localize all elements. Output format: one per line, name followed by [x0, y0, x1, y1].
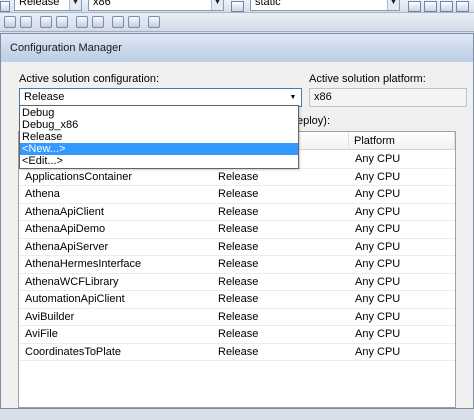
uncomment-icon[interactable]: [128, 16, 140, 28]
project-cell: ApplicationsContainer: [25, 170, 133, 183]
solution-explorer-icon[interactable]: [424, 1, 437, 12]
table-row[interactable]: ApplicationsContainer Release Any CPU: [19, 169, 455, 186]
ide-toolbar-text-editor: [0, 13, 474, 32]
indent-icon[interactable]: [92, 16, 104, 28]
configuration-cell[interactable]: Release: [212, 239, 347, 256]
table-row[interactable]: AthenaApiServer Release Any CPU: [19, 239, 455, 256]
parameter-info-icon[interactable]: [20, 16, 32, 28]
table-row[interactable]: AthenaApiDemo Release Any CPU: [19, 221, 455, 239]
chevron-down-icon: ▼: [211, 0, 223, 10]
project-cell: AutomationApiClient: [25, 293, 125, 305]
list-members-icon[interactable]: [4, 16, 16, 28]
project-cell: AviFile: [25, 328, 58, 340]
project-cell: AviBuilder: [25, 310, 75, 323]
configuration-cell[interactable]: Release: [212, 169, 347, 186]
project-cell: CoordinatesToPlate: [25, 345, 122, 358]
project-cell: AthenaApiServer: [25, 240, 109, 253]
project-cell: AthenaApiClient: [25, 205, 104, 218]
column-header-platform[interactable]: Platform: [349, 132, 455, 150]
project-contexts-grid: Platform Any CPU ApplicationsContainer R…: [18, 131, 456, 408]
dialog-title: Configuration Manager: [10, 42, 122, 54]
toolbar-find-value: static: [255, 0, 281, 8]
configuration-cell[interactable]: Release: [212, 204, 347, 221]
find-in-files-icon[interactable]: [231, 1, 244, 12]
configuration-cell[interactable]: Release: [212, 291, 347, 308]
dropdown-option-release[interactable]: Release: [20, 131, 298, 143]
find-icon[interactable]: [408, 1, 421, 12]
configuration-cell[interactable]: Release: [212, 256, 347, 273]
platform-cell[interactable]: Any CPU: [349, 186, 455, 203]
solution-platform-combo[interactable]: x86: [309, 88, 467, 107]
bookmark-icon[interactable]: [148, 16, 160, 28]
configuration-cell[interactable]: Release: [212, 309, 347, 326]
table-row[interactable]: CoordinatesToPlate Release Any CPU: [19, 344, 455, 361]
project-contexts-label: eploy):: [297, 115, 331, 127]
platform-cell[interactable]: Any CPU: [349, 274, 455, 291]
dropdown-option-new[interactable]: <New...>: [20, 143, 298, 155]
outdent-icon[interactable]: [76, 16, 88, 28]
platform-cell[interactable]: Any CPU: [349, 344, 455, 361]
table-row[interactable]: AutomationApiClient Release Any CPU: [19, 291, 455, 309]
platform-cell[interactable]: Any CPU: [349, 309, 455, 326]
platform-cell[interactable]: Any CPU: [349, 291, 455, 308]
configuration-cell[interactable]: Release: [212, 221, 347, 238]
properties-icon[interactable]: [440, 1, 453, 12]
dialog-titlebar[interactable]: Configuration Manager: [1, 34, 473, 62]
platform-cell[interactable]: Any CPU: [349, 204, 455, 221]
dropdown-option-debug[interactable]: Debug: [20, 107, 298, 119]
dropdown-option-edit[interactable]: <Edit...>: [20, 155, 298, 167]
toolbar-find-combo[interactable]: static ▼: [250, 0, 400, 11]
configuration-cell[interactable]: Release: [212, 344, 347, 361]
platform-cell[interactable]: Any CPU: [349, 151, 455, 168]
start-debug-icon[interactable]: [0, 1, 10, 12]
project-cell: Athena: [25, 188, 60, 200]
platform-cell[interactable]: Any CPU: [349, 326, 455, 343]
solution-platform-label: Active solution platform:: [309, 73, 426, 85]
comment-icon[interactable]: [112, 16, 124, 28]
solution-platform-value: x86: [314, 91, 332, 103]
toolbar-platform-combo[interactable]: x86 ▼: [88, 0, 224, 11]
platform-cell[interactable]: Any CPU: [349, 239, 455, 256]
ide-toolbar-standard: Release ▼ x86 ▼ static ▼: [0, 0, 474, 13]
platform-cell[interactable]: Any CPU: [349, 221, 455, 238]
solution-config-label: Active solution configuration:: [19, 73, 160, 85]
toolbar-config-value: Release: [19, 0, 60, 8]
chevron-down-icon: ▼: [69, 0, 81, 10]
configuration-cell[interactable]: Release: [212, 186, 347, 203]
project-cell: AthenaHermesInterface: [25, 258, 142, 270]
table-row[interactable]: AviBuilder Release Any CPU: [19, 309, 455, 326]
project-cell: AthenaWCFLibrary: [25, 275, 119, 288]
toolbox-icon[interactable]: [456, 1, 469, 12]
complete-word-icon[interactable]: [56, 16, 68, 28]
configuration-cell[interactable]: Release: [212, 274, 347, 291]
table-row[interactable]: AthenaApiClient Release Any CPU: [19, 204, 455, 221]
table-row[interactable]: AthenaHermesInterface Release Any CPU: [19, 256, 455, 274]
quick-info-icon[interactable]: [40, 16, 52, 28]
table-row[interactable]: Athena Release Any CPU: [19, 186, 455, 204]
chevron-down-icon: ▼: [387, 0, 399, 10]
platform-cell[interactable]: Any CPU: [349, 169, 455, 186]
platform-cell[interactable]: Any CPU: [349, 256, 455, 273]
toolbar-platform-value: x86: [93, 0, 111, 8]
configuration-cell[interactable]: Release: [212, 326, 347, 343]
chevron-down-icon: ▼: [289, 94, 297, 101]
dropdown-option-debug-x86[interactable]: Debug_x86: [20, 119, 298, 131]
table-row[interactable]: AviFile Release Any CPU: [19, 326, 455, 344]
table-row[interactable]: AthenaWCFLibrary Release Any CPU: [19, 274, 455, 291]
solution-config-dropdown-list: Debug Debug_x86 Release <New...> <Edit..…: [19, 105, 299, 169]
project-cell: AthenaApiDemo: [25, 223, 106, 235]
toolbar-config-combo[interactable]: Release ▼: [14, 0, 82, 11]
solution-config-value: Release: [24, 91, 65, 103]
